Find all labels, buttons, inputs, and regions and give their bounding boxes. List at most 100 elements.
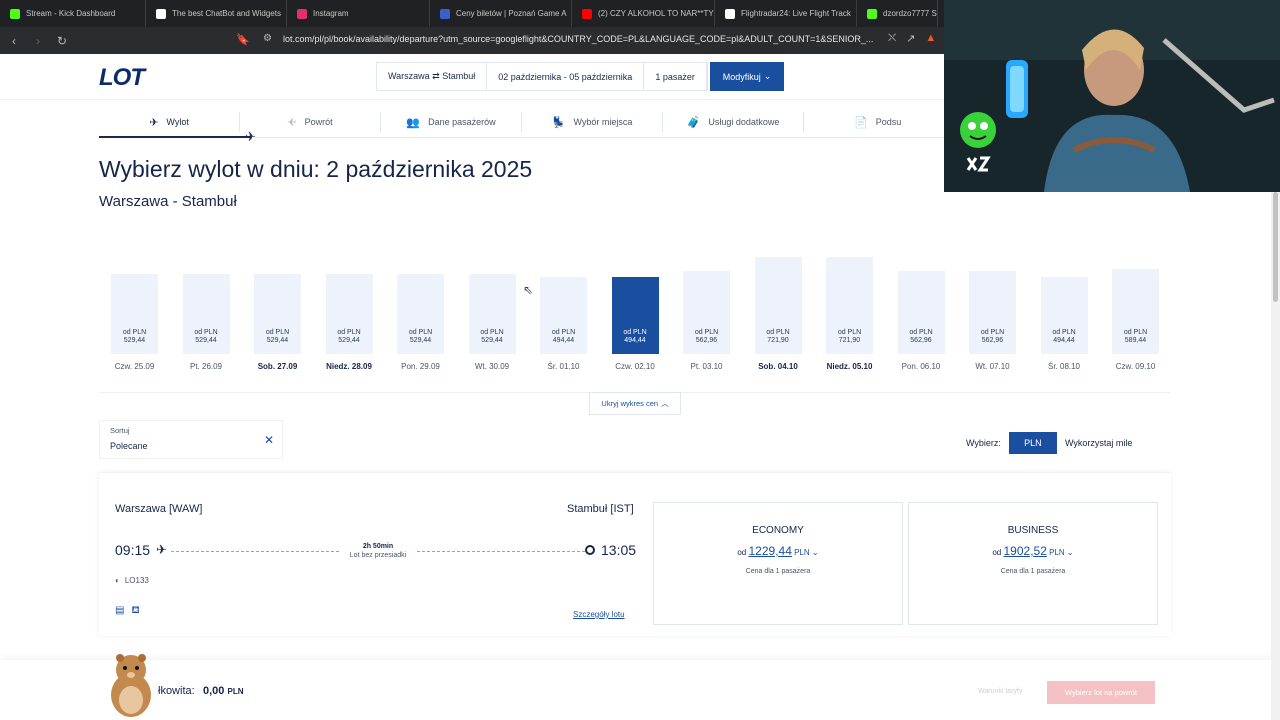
price-day[interactable]: od PLN 562,96 Pt. 03.10 xyxy=(671,250,742,375)
price-bar[interactable]: od PLN 494,44 xyxy=(1040,277,1088,354)
total-label: łkowita: xyxy=(158,685,195,697)
price-day-label: Czw. 25.09 xyxy=(114,362,155,371)
fare-amount: 1902,52 xyxy=(1003,544,1047,558)
price-bar[interactable]: od PLN 589,44 xyxy=(1112,268,1159,354)
hamster-sticker xyxy=(111,654,151,717)
price-bar[interactable]: od PLN 529,44 xyxy=(254,273,301,354)
lot-logo[interactable]: LOT xyxy=(99,64,145,92)
tab-title: Instagram xyxy=(313,9,349,18)
page-title: Wybierz wylot w dniu: 2 października 202… xyxy=(99,156,533,182)
sort-value: Polecane xyxy=(110,441,148,451)
price-day-label: Pt. 03.10 xyxy=(690,362,723,371)
fare-prefix: od xyxy=(992,548,1002,557)
price-day-label: Wt. 07.10 xyxy=(975,362,1010,371)
price-day[interactable]: od PLN 529,44 Czw. 25.09 xyxy=(99,250,170,375)
fare-price: od 1902,52 PLN ⌄ xyxy=(909,544,1157,558)
browser-tab[interactable]: (2) CZY ALKOHOL TO NAR**TY xyxy=(572,0,715,27)
price-day[interactable]: od PLN 494,44 Śr. 08.10 xyxy=(1029,250,1100,375)
price-day[interactable]: od PLN 529,44 Pon. 29.09 xyxy=(385,250,456,375)
reload-icon[interactable]: ↻ xyxy=(52,31,72,51)
fare-currency: PLN xyxy=(1049,548,1065,557)
price-day[interactable]: od PLN 494,44 Śr. 01.10 xyxy=(528,250,599,375)
price-bar[interactable]: od PLN 529,44 xyxy=(111,273,158,354)
fare-currency: PLN xyxy=(794,548,810,557)
arrival-time: 13:05 xyxy=(601,542,637,558)
miles-button[interactable]: Wykorzystaj mile xyxy=(1065,438,1132,448)
modify-button[interactable]: Modyfikuj ⌄ xyxy=(710,62,784,91)
price-day[interactable]: od PLN 721,90 Sob. 04.10 xyxy=(743,250,814,375)
brave-icon[interactable]: ▲ xyxy=(925,32,936,45)
price-day[interactable]: od PLN 589,44 Czw. 09.10 xyxy=(1100,250,1171,375)
browser-tab[interactable]: The best ChatBot and Widgets xyxy=(146,0,287,27)
scrollbar-thumb[interactable] xyxy=(1273,192,1278,302)
fare-business[interactable]: BUSINESS od 1902,52 PLN ⌄ Cena dla 1 pas… xyxy=(908,502,1158,625)
price-day[interactable]: od PLN 529,44 Sob. 27.09 xyxy=(242,250,313,375)
price-bar[interactable]: od PLN 721,90 xyxy=(826,257,873,354)
browser-tab[interactable]: Flightradar24: Live Flight Track xyxy=(715,0,857,27)
price-bar[interactable]: od PLN 562,96 xyxy=(969,270,1016,354)
sort-select[interactable]: Sortuj Polecane ✕ xyxy=(99,420,283,459)
price-day-label: Śr. 08.10 xyxy=(1047,362,1081,371)
pln-button[interactable]: PLN xyxy=(1008,432,1057,454)
mouse-cursor-icon: ⇖ xyxy=(523,283,534,297)
browser-tab[interactable]: Instagram xyxy=(287,0,430,27)
price-bar[interactable]: od PLN 529,44 xyxy=(397,273,444,354)
users-icon: 👥 xyxy=(406,116,421,129)
price-bar[interactable]: od PLN 494,44 xyxy=(611,277,659,354)
price-from-label: od PLN xyxy=(194,328,218,336)
site-settings-icon[interactable]: ⚙ xyxy=(263,33,272,44)
price-value: 529,44 xyxy=(338,336,360,344)
summary-route[interactable]: Warszawa ⇄ Stambuł xyxy=(377,63,488,90)
sort-label: Sortuj xyxy=(110,426,130,435)
clear-sort-icon[interactable]: ✕ xyxy=(264,433,274,447)
bookmark-icon[interactable]: 🔖 xyxy=(236,33,250,46)
tab-favicon-icon xyxy=(156,8,166,19)
luggage-icon: 🧳 xyxy=(686,116,701,129)
price-day[interactable]: od PLN 529,44 Niedz. 28.09 xyxy=(314,250,385,375)
price-day-label: Sob. 04.10 xyxy=(758,362,798,371)
flight-details-link[interactable]: Szczegóły lotu xyxy=(573,610,625,619)
price-day-label: Pon. 29.09 xyxy=(401,362,440,371)
step-1[interactable]: ✈ Wylot xyxy=(99,112,241,132)
url-field[interactable]: lot.com/pl/pl/book/availability/departur… xyxy=(283,34,873,44)
choose-return-button[interactable]: Wybierz lot na powrót xyxy=(1047,681,1155,704)
price-day-label: Pon. 06.10 xyxy=(901,362,941,371)
price-value: 529,44 xyxy=(481,336,503,344)
browser-tab[interactable]: Ceny biletów | Poznań Game A xyxy=(430,0,572,27)
price-value: 721,90 xyxy=(838,337,861,344)
price-day[interactable]: od PLN 494,44 Czw. 02.10 xyxy=(600,250,671,375)
share-icon[interactable]: ↗ xyxy=(906,32,915,45)
origin-airport: Warszawa [WAW] xyxy=(115,503,203,515)
fare-economy[interactable]: ECONOMY od 1229,44 PLN ⌄ Cena dla 1 pasa… xyxy=(653,502,903,625)
browser-tab[interactable]: Stream - Kick Dashboard xyxy=(0,0,146,27)
fare-terms-link[interactable]: Warunki taryfy xyxy=(978,688,1022,695)
price-bar[interactable]: od PLN 494,44 xyxy=(540,277,587,354)
price-bar[interactable]: od PLN 562,96 xyxy=(897,270,945,354)
hide-chart-button[interactable]: Ukryj wykres cen ︿ xyxy=(589,392,681,415)
flight-card: Warszawa [WAW] Stambuł [IST] 09:15 ✈ 2h … xyxy=(99,472,1171,636)
back-icon[interactable]: ‹ xyxy=(4,31,24,51)
price-bar[interactable]: od PLN 529,44 xyxy=(468,273,516,354)
price-day-label: Niedz. 28.09 xyxy=(326,362,372,371)
price-day[interactable]: od PLN 562,96 Wt. 07.10 xyxy=(957,250,1028,375)
price-day[interactable]: od PLN 562,96 Pon. 06.10 xyxy=(886,250,957,375)
price-day[interactable]: od PLN 721,90 Niedz. 05.10 xyxy=(814,250,885,375)
summary-passengers[interactable]: 1 pasażer xyxy=(644,63,707,90)
browser-tab[interactable]: dzordzo7777 Stre xyxy=(857,0,938,27)
summary-dates[interactable]: 02 października - 05 października xyxy=(487,63,645,90)
price-bar[interactable]: od PLN 721,90 xyxy=(754,257,802,354)
price-day[interactable]: od PLN 529,44 Pt. 26.09 xyxy=(171,250,242,375)
price-day[interactable]: od PLN 529,44 Wt. 30.09 xyxy=(457,250,528,375)
tab-favicon-icon xyxy=(440,8,450,19)
route-line xyxy=(417,551,585,552)
price-bar[interactable]: od PLN 529,44 xyxy=(182,273,230,354)
price-bar[interactable]: od PLN 529,44 xyxy=(325,273,373,354)
tab-title: The best ChatBot and Widgets xyxy=(172,9,281,18)
plane-return-icon: ✈ xyxy=(287,116,297,129)
departure-time: 09:15 xyxy=(115,542,151,558)
step-2: ✈ Powrót xyxy=(240,112,382,132)
forward-icon[interactable]: › xyxy=(28,31,48,51)
translate-icon[interactable]: ⛌ xyxy=(888,32,896,45)
price-bar[interactable]: od PLN 562,96 xyxy=(683,270,730,354)
modify-label: Modyfikuj xyxy=(722,71,761,82)
